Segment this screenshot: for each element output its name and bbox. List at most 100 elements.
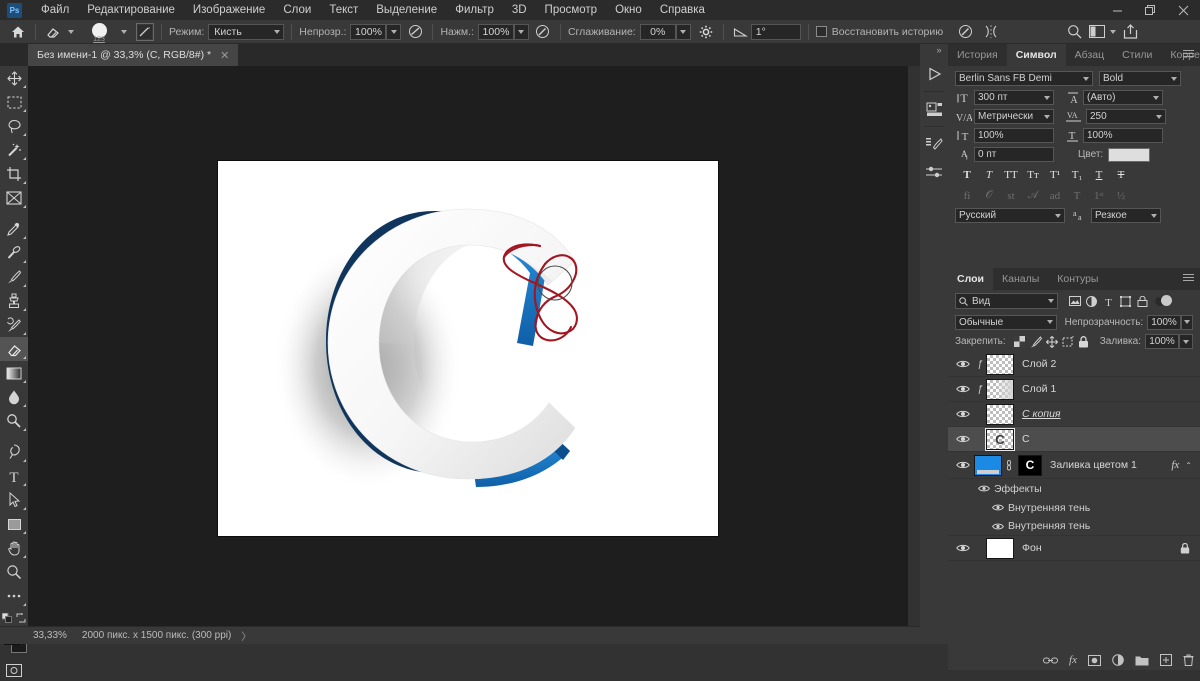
menu-type[interactable]: Текст (320, 0, 367, 20)
panel-menu-icon[interactable] (1183, 50, 1194, 59)
filter-shape-icon[interactable] (1117, 293, 1134, 309)
lock-all-icon[interactable] (1076, 334, 1092, 349)
menu-view[interactable]: Просмотр (536, 0, 607, 20)
subscript-button[interactable]: T₁ (1067, 166, 1087, 183)
canvas-stage[interactable] (28, 66, 908, 626)
maximize-button[interactable] (1134, 0, 1167, 20)
layers-panel-menu-icon[interactable] (1183, 274, 1194, 283)
underline-button[interactable]: T (1089, 166, 1109, 183)
filter-enable-toggle[interactable] (1155, 294, 1172, 306)
chevron-up-icon[interactable]: ⌃ (1185, 461, 1192, 470)
font-family-select[interactable]: Berlin Sans FB Demi (955, 71, 1093, 86)
table-row[interactable]: ƒ Слой 2 (948, 352, 1200, 377)
stylistic-alternates-button[interactable]: ad (1045, 187, 1065, 204)
share-icon[interactable] (1123, 24, 1138, 39)
table-row[interactable]: С копия (948, 402, 1200, 427)
layer-opacity-chevron-icon[interactable] (1180, 314, 1193, 330)
pressure-size-toggle-icon[interactable] (955, 22, 975, 42)
table-row[interactable]: Фон (948, 536, 1200, 561)
gear-icon[interactable] (696, 22, 716, 42)
layer-mask-thumbnail[interactable]: C (1018, 454, 1042, 476)
layer-name[interactable]: Слой 2 (1022, 358, 1200, 370)
workspace-switcher[interactable] (1089, 25, 1116, 38)
layer-list[interactable]: ƒ Слой 2 ƒ Слой 1 С копия C С C Заливка … (948, 352, 1200, 647)
horizontal-scale-input[interactable]: 100% (1083, 128, 1163, 143)
dodge-tool[interactable] (0, 409, 28, 433)
table-row[interactable]: C Заливка цветом 1 fx ⌃ (948, 452, 1200, 479)
opacity-chevron-icon[interactable] (386, 23, 402, 40)
eye-icon[interactable] (988, 522, 1008, 531)
lock-nesting-icon[interactable] (1060, 334, 1076, 349)
tab-layers[interactable]: Слои (948, 268, 993, 290)
home-icon[interactable] (8, 22, 28, 42)
pen-tool[interactable] (0, 440, 28, 464)
new-layer-button[interactable] (1160, 654, 1172, 666)
magic-wand-tool[interactable] (0, 138, 28, 162)
discretionary-ligatures-button[interactable]: st (1001, 187, 1021, 204)
airbrush-toggle-icon[interactable] (533, 22, 553, 42)
tab-character[interactable]: Символ (1006, 44, 1066, 66)
layer-effects-icon[interactable]: fx (1171, 459, 1179, 471)
rectangle-tool[interactable] (0, 512, 28, 536)
layer-name[interactable]: Слой 1 (1022, 383, 1200, 395)
table-row[interactable]: C С (948, 427, 1200, 452)
zoom-tool[interactable] (0, 560, 28, 584)
kerning-select[interactable]: Метрически (974, 109, 1054, 124)
layer-mask-button[interactable] (1088, 654, 1101, 666)
libraries-icon[interactable] (920, 95, 948, 123)
lasso-tool[interactable] (0, 114, 28, 138)
flow-chevron-icon[interactable] (513, 23, 529, 40)
fractions-button[interactable]: ½ (1111, 187, 1131, 204)
lock-image-pixels-icon[interactable] (1028, 334, 1044, 349)
smoothing-chevron-icon[interactable] (675, 23, 691, 40)
eye-icon[interactable] (952, 402, 974, 427)
text-color-swatch[interactable] (1108, 147, 1151, 162)
filter-smartobject-icon[interactable] (1134, 293, 1151, 309)
list-item[interactable]: Внутренняя тень (948, 498, 1200, 517)
filter-pixel-icon[interactable] (1066, 293, 1083, 309)
symmetry-icon[interactable] (981, 22, 1001, 42)
flow-input[interactable]: 100% (477, 23, 514, 40)
blur-tool[interactable] (0, 385, 28, 409)
menu-image[interactable]: Изображение (184, 0, 274, 20)
link-layers-button[interactable] (1043, 656, 1059, 665)
eye-icon[interactable] (952, 352, 974, 377)
brush-angle-icon[interactable] (731, 22, 751, 42)
status-chevron-icon[interactable]: 〉 (241, 628, 251, 643)
all-caps-button[interactable]: TT (1001, 166, 1021, 183)
tab-paragraph[interactable]: Абзац (1066, 44, 1113, 66)
eye-icon[interactable] (974, 484, 994, 493)
artboard[interactable] (218, 161, 718, 536)
layer-fill-chevron-icon[interactable] (1179, 334, 1193, 349)
menu-filter[interactable]: Фильтр (446, 0, 503, 20)
layer-name[interactable]: Фон (1022, 542, 1180, 554)
crop-tool[interactable] (0, 162, 28, 186)
layer-blend-mode-select[interactable]: Обычные (955, 314, 1057, 330)
filter-adjustment-icon[interactable] (1083, 293, 1100, 309)
tab-adjustments[interactable]: Коррекция (1161, 44, 1200, 66)
close-icon[interactable]: ✕ (220, 49, 229, 62)
faux-italic-button[interactable]: T (979, 166, 999, 183)
small-caps-button[interactable]: Tт (1023, 166, 1043, 183)
menu-file[interactable]: Файл (32, 0, 78, 20)
clone-stamp-tool[interactable] (0, 289, 28, 313)
ordinals-button[interactable]: 1ˢᵗ (1089, 187, 1109, 204)
brush-preset-chevron-icon[interactable] (121, 29, 127, 34)
menu-3d[interactable]: 3D (503, 0, 536, 20)
eraser-tool[interactable] (0, 337, 28, 361)
layer-opacity-input[interactable]: 100% (1147, 314, 1181, 330)
brush-presets-icon[interactable] (920, 158, 948, 186)
antialias-select[interactable]: Резкое (1091, 208, 1161, 223)
contextual-alternates-button[interactable]: 𝒪 (979, 187, 999, 204)
eraser-tool-preset-icon[interactable] (43, 22, 63, 42)
font-style-select[interactable]: Bold (1099, 71, 1181, 86)
vertical-scale-input[interactable]: 100% (974, 128, 1054, 143)
superscript-button[interactable]: T¹ (1045, 166, 1065, 183)
layer-filter-select[interactable]: Вид (955, 293, 1058, 309)
layer-thumbnail[interactable] (986, 537, 1014, 559)
font-size-input[interactable]: 300 пт (974, 90, 1054, 105)
delete-layer-button[interactable] (1183, 654, 1194, 666)
strikethrough-button[interactable]: T (1111, 166, 1131, 183)
eraser-preset-chevron-icon[interactable] (68, 29, 74, 34)
edit-toolbar-button[interactable] (0, 584, 28, 608)
